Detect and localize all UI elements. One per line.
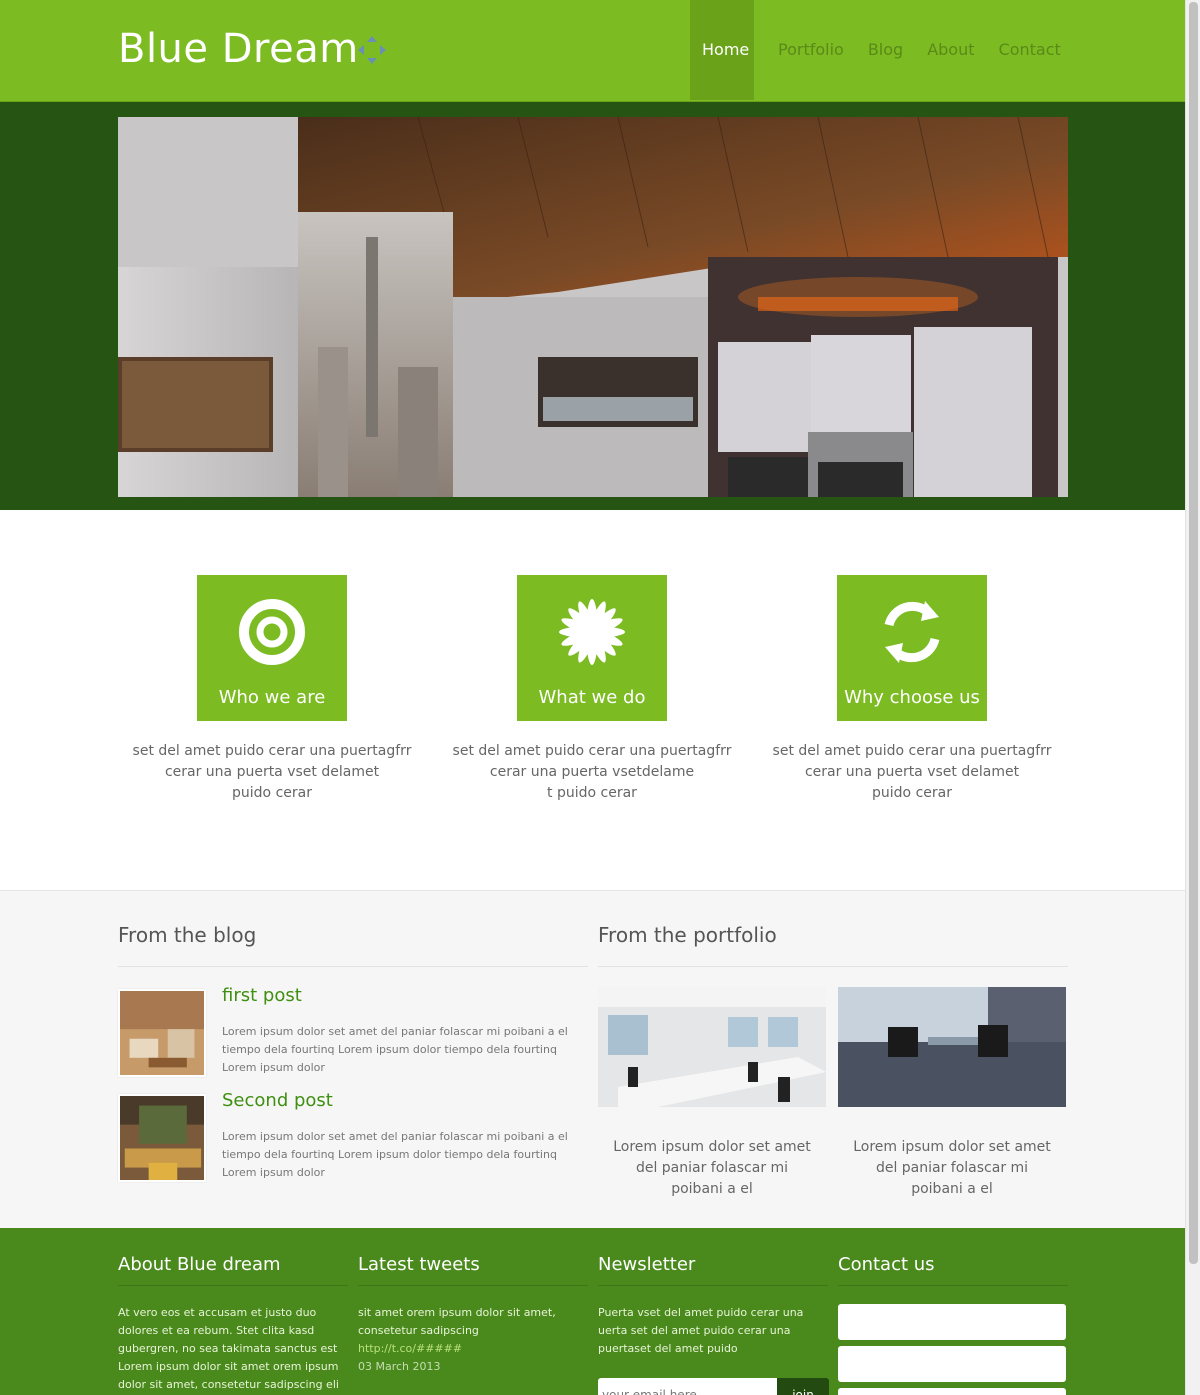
portfolio-heading: From the portfolio xyxy=(598,923,777,947)
nav-blog[interactable]: Blog xyxy=(856,0,915,100)
footer-about-text: At vero eos et accusam et justo duo dolo… xyxy=(118,1306,339,1391)
tweet-link[interactable]: http://t.co/##### xyxy=(358,1340,588,1358)
feature-who-we-are: Who we are set del amet puido cerar una … xyxy=(122,575,422,804)
divider xyxy=(118,966,588,967)
feature-title: Who we are xyxy=(218,687,326,708)
contact-email-field[interactable] xyxy=(838,1346,1066,1382)
features-section: Who we are set del amet puido cerar una … xyxy=(0,510,1185,890)
feature-line: cerar una puerta vsetdelame xyxy=(489,764,695,780)
hero-kitchen-image xyxy=(118,117,1068,497)
footer-newsletter-title: Newsletter xyxy=(598,1254,828,1286)
post-thumbnail[interactable] xyxy=(118,989,206,1077)
brand-logo[interactable]: Blue Dream xyxy=(118,26,359,72)
footer-newsletter-text: Puerta vset del amet puido cerar una uer… xyxy=(598,1306,804,1355)
feature-line: t puido cerar xyxy=(547,785,637,801)
hero-banner xyxy=(0,102,1185,510)
post-excerpt: Lorem ipsum dolor set amet del paniar fo… xyxy=(222,1130,568,1179)
footer-about-title: About Blue dream xyxy=(118,1254,348,1286)
scrollbar-thumb[interactable] xyxy=(1189,2,1198,1264)
newsletter-join-button[interactable]: join xyxy=(777,1378,829,1395)
feature-title: Why choose us xyxy=(844,687,980,708)
site-footer: About Blue dream At vero eos et accusam … xyxy=(0,1228,1185,1395)
vertical-scrollbar[interactable] xyxy=(1185,0,1200,1395)
page: Blue Dream Home Portfolio Blog About Con… xyxy=(0,0,1185,1395)
footer-newsletter: Newsletter Puerta vset del amet puido ce… xyxy=(598,1254,829,1395)
main-nav: Home Portfolio Blog About Contact xyxy=(690,0,1073,100)
feature-text: set del amet puido cerar una puertagfrr … xyxy=(762,741,1062,804)
feature-line: cerar una puerta vset delamet xyxy=(804,764,1020,780)
feature-line: puido cerar xyxy=(872,785,952,801)
nav-contact[interactable]: Contact xyxy=(987,0,1073,100)
portfolio-image-lounge[interactable] xyxy=(838,987,1066,1107)
feature-what-we-do: What we do set del amet puido cerar una … xyxy=(442,575,742,804)
feature-box[interactable]: What we do xyxy=(517,575,667,721)
tweet-text: sit amet orem ipsum dolor sit amet, cons… xyxy=(358,1306,556,1337)
portfolio-image-conference-room[interactable] xyxy=(598,987,826,1107)
feature-title: What we do xyxy=(538,687,646,708)
contact-name-field[interactable] xyxy=(838,1304,1066,1340)
tweet-date: 03 March 2013 xyxy=(358,1360,441,1373)
footer-contact-title: Contact us xyxy=(838,1254,1068,1286)
footer-tweets: Latest tweets sit amet orem ipsum dolor … xyxy=(358,1254,588,1376)
portfolio-item: Lorem ipsum dolor set amet del paniar fo… xyxy=(598,987,826,1200)
feature-why-choose-us: Why choose us set del amet puido cerar u… xyxy=(762,575,1062,804)
post-title[interactable]: Second post xyxy=(222,1090,333,1111)
blog-portfolio-section: From the blog first post Lorem ipsum dol… xyxy=(0,890,1185,1228)
footer-contact: Contact us xyxy=(838,1254,1068,1395)
feature-line: set del amet puido cerar una puertagfrr xyxy=(772,743,1052,759)
contact-message-field[interactable] xyxy=(838,1388,1066,1395)
nav-about[interactable]: About xyxy=(915,0,986,100)
flower-icon xyxy=(559,599,625,665)
portfolio-caption: Lorem ipsum dolor set amet del paniar fo… xyxy=(853,1139,1051,1197)
feature-line: set del amet puido cerar una puertagfrr xyxy=(132,743,412,759)
tweet: sit amet orem ipsum dolor sit amet, cons… xyxy=(358,1304,588,1376)
feature-box[interactable]: Who we are xyxy=(197,575,347,721)
portfolio-item: Lorem ipsum dolor set amet del paniar fo… xyxy=(838,987,1066,1200)
feature-text: set del amet puido cerar una puertagfrr … xyxy=(122,741,422,804)
feature-line: cerar una puerta vset delamet xyxy=(164,764,380,780)
post-thumbnail[interactable] xyxy=(118,1094,206,1182)
newsletter-email-input[interactable]: your email here xyxy=(598,1378,778,1395)
nav-home[interactable]: Home xyxy=(690,0,754,100)
nav-portfolio[interactable]: Portfolio xyxy=(754,0,856,100)
move-arrows-icon xyxy=(358,36,386,64)
post-excerpt: Lorem ipsum dolor set amet del paniar fo… xyxy=(222,1025,568,1074)
refresh-icon xyxy=(884,601,940,663)
portfolio-caption: Lorem ipsum dolor set amet del paniar fo… xyxy=(613,1139,811,1197)
feature-line: set del amet puido cerar una puertagfrr xyxy=(452,743,732,759)
feature-text: set del amet puido cerar una puertagfrr … xyxy=(442,741,742,804)
site-header: Blue Dream Home Portfolio Blog About Con… xyxy=(0,0,1185,102)
post-title[interactable]: first post xyxy=(222,985,302,1006)
feature-line: puido cerar xyxy=(232,785,312,801)
footer-tweets-title: Latest tweets xyxy=(358,1254,588,1286)
footer-about: About Blue dream At vero eos et accusam … xyxy=(118,1254,348,1394)
blog-heading: From the blog xyxy=(118,923,257,947)
divider xyxy=(598,966,1068,967)
feature-box[interactable]: Why choose us xyxy=(837,575,987,721)
ring-icon xyxy=(239,599,305,665)
